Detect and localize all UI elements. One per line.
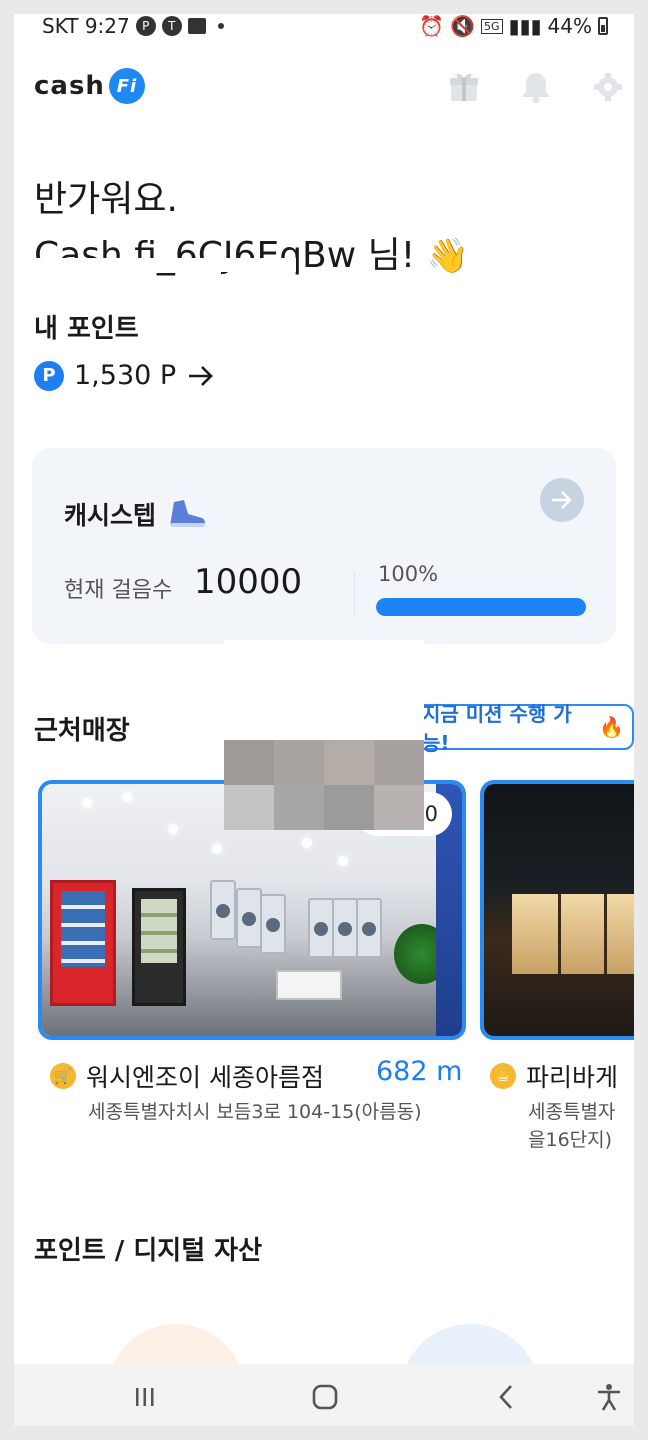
cashstep-title: 캐시스텝 bbox=[64, 501, 157, 530]
store-address: 세종특별자 을16단지) bbox=[528, 1101, 616, 1151]
cashstep-card[interactable]: 캐시스텝 현재 걸음수 10000 100% bbox=[32, 448, 616, 644]
gallery-notification-icon bbox=[187, 18, 206, 34]
redaction-overlay bbox=[224, 640, 424, 740]
gift-icon bbox=[450, 73, 478, 101]
greeting-suffix: 님! bbox=[367, 235, 416, 276]
waving-hand-icon: 👋 bbox=[426, 236, 470, 276]
notification-button[interactable] bbox=[520, 70, 552, 104]
cafe-category-icon: ☕ bbox=[490, 1063, 516, 1089]
store-name: 워시엔조이 세종아름점 bbox=[86, 1063, 324, 1092]
app-screen: SKT 9:27 P T ⏰ 🔇 5G ▮▮▮ 44% cash Fi 반가워요… bbox=[14, 14, 634, 1426]
app-logo: cash Fi bbox=[34, 68, 145, 104]
network-type: 5G bbox=[480, 18, 503, 34]
store-photo bbox=[484, 784, 634, 1036]
p-notification-icon: P bbox=[135, 16, 156, 36]
points-value: 1,530 P bbox=[74, 360, 177, 391]
cashstep-go-button[interactable] bbox=[540, 478, 584, 522]
steps-value: 10000 bbox=[194, 562, 303, 602]
recent-apps-button[interactable] bbox=[130, 1382, 160, 1412]
settings-button[interactable] bbox=[592, 70, 624, 104]
steps-progress-fill bbox=[376, 598, 586, 616]
header-actions bbox=[448, 70, 624, 104]
back-icon bbox=[499, 1385, 512, 1409]
battery-percent: 44% bbox=[547, 14, 592, 38]
assets-title: 포인트 / 디지털 자산 bbox=[34, 1236, 263, 1266]
greeting: 반가워요. Cash.fi_6CJ6EqBw 님! 👋 bbox=[34, 172, 469, 284]
store-address: 세종특별자치시 보듬3로 104-15(아름동) bbox=[88, 1101, 422, 1123]
battery-icon bbox=[598, 17, 608, 35]
user-name: Cash.fi_6CJ6EqBw bbox=[34, 235, 357, 276]
back-button[interactable] bbox=[492, 1382, 522, 1412]
greeting-line1: 반가워요. bbox=[34, 179, 178, 220]
gift-button[interactable] bbox=[448, 70, 480, 104]
mute-icon: 🔇 bbox=[450, 14, 475, 38]
more-notifications-icon bbox=[217, 23, 224, 29]
bell-icon bbox=[522, 73, 550, 104]
fire-icon: 🔥 bbox=[599, 715, 624, 739]
accessibility-icon bbox=[598, 1384, 620, 1411]
status-bar: SKT 9:27 P T ⏰ 🔇 5G ▮▮▮ 44% bbox=[14, 14, 634, 42]
store-name-row: ☕ 파리바게 bbox=[490, 1058, 618, 1094]
card-divider bbox=[354, 572, 355, 614]
recent-apps-icon bbox=[136, 1388, 154, 1406]
logo-text: cash bbox=[34, 71, 105, 101]
signal-icon: ▮▮▮ bbox=[508, 14, 542, 38]
home-icon bbox=[312, 1384, 338, 1410]
mission-badge[interactable]: 지금 미션 수행 가능! 🔥 bbox=[408, 702, 634, 755]
talk-notification-icon: T bbox=[161, 16, 182, 36]
store-name-row: 🛒 워시엔조이 세종아름점 bbox=[50, 1058, 324, 1094]
system-nav-bar bbox=[14, 1364, 634, 1426]
status-time: SKT 9:27 bbox=[42, 14, 130, 38]
progress-percent: 100% bbox=[378, 562, 439, 586]
steps-label: 현재 걸음수 bbox=[64, 578, 173, 603]
blurred-overlay bbox=[224, 740, 424, 830]
points-title: 내 포인트 bbox=[34, 314, 139, 344]
accessibility-button[interactable] bbox=[594, 1382, 624, 1412]
store-distance: 682 m bbox=[376, 1056, 463, 1087]
arrow-right-icon bbox=[552, 491, 572, 509]
laundry-category-icon: 🛒 bbox=[50, 1063, 76, 1089]
nearby-title: 근처매장 bbox=[34, 716, 130, 746]
cashstep-title-row: 캐시스텝 bbox=[64, 496, 208, 532]
logo-badge: Fi bbox=[108, 68, 145, 104]
home-button[interactable] bbox=[310, 1382, 340, 1412]
points-link[interactable]: P 1,530 P bbox=[34, 360, 216, 391]
arrow-right-icon bbox=[189, 365, 214, 386]
gear-icon bbox=[594, 73, 622, 101]
mission-text: 지금 미션 수행 가능! bbox=[422, 702, 572, 755]
point-coin-icon: P bbox=[34, 360, 64, 391]
alarm-icon: ⏰ bbox=[419, 14, 445, 38]
store-name: 파리바게 bbox=[526, 1063, 619, 1092]
sneaker-icon bbox=[170, 500, 206, 527]
steps-progress-bar bbox=[376, 598, 586, 616]
store-card[interactable] bbox=[480, 780, 634, 1040]
